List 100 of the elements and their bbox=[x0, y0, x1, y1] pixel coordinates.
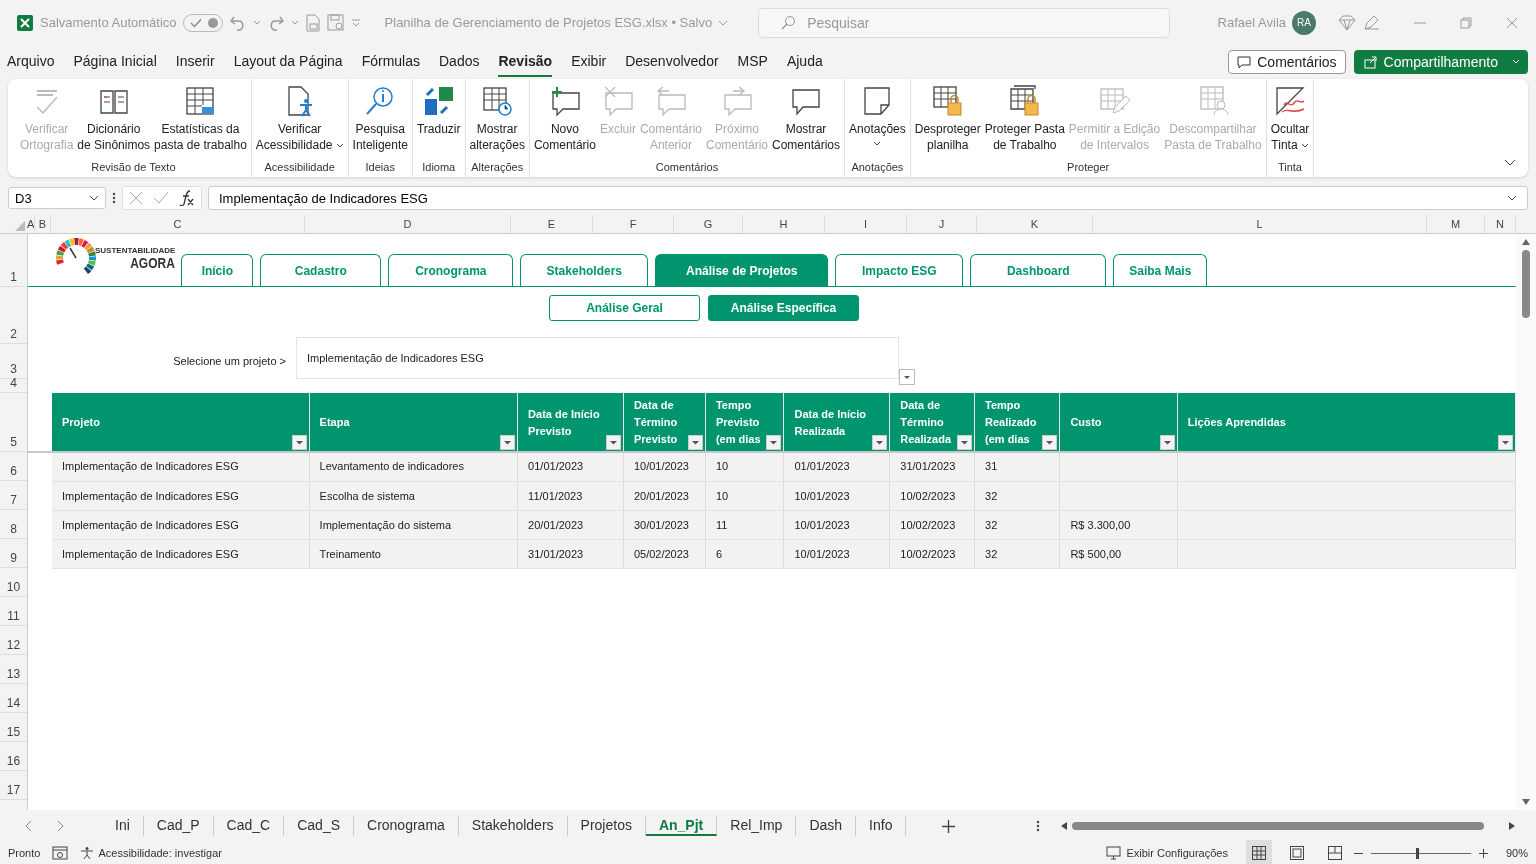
row-header[interactable]: 5 bbox=[0, 393, 27, 452]
sheet-tab[interactable]: Cad_S bbox=[284, 816, 354, 836]
column-header[interactable]: J bbox=[907, 215, 977, 233]
ribbon-button[interactable]: Mostrar Comentários bbox=[770, 83, 843, 161]
menu-tab[interactable]: Layout da Página bbox=[233, 47, 343, 77]
row-header[interactable]: 17 bbox=[0, 771, 27, 800]
menu-tab[interactable]: Arquivo bbox=[7, 47, 55, 77]
column-header[interactable]: B bbox=[35, 215, 51, 233]
table-cell: 20/01/2023 bbox=[633, 489, 689, 502]
ribbon-button[interactable]: Dicionário de Sinônimos bbox=[75, 83, 153, 161]
menu-tab[interactable]: Página Inicial bbox=[73, 47, 157, 77]
ribbon-button[interactable]: Estatísticas da pasta de trabalho bbox=[152, 83, 249, 161]
ribbon-button[interactable]: Pesquisa Inteligente bbox=[350, 83, 410, 161]
menu-tab[interactable]: Ajuda bbox=[786, 47, 823, 77]
nav-tab[interactable]: Saiba Mais bbox=[1113, 254, 1208, 286]
sheet-tab[interactable]: Rel_Imp bbox=[717, 816, 797, 836]
column-header[interactable]: C bbox=[51, 215, 305, 233]
menu-tab[interactable]: Exibir bbox=[571, 47, 607, 77]
row-header[interactable]: 9 bbox=[0, 539, 27, 568]
sheet-tab[interactable]: Ini bbox=[102, 816, 144, 836]
ribbon-button[interactable]: Novo Comentário bbox=[531, 83, 598, 161]
row-header[interactable]: 16 bbox=[0, 742, 27, 771]
nav-tab[interactable]: Análise de Projetos bbox=[655, 254, 829, 286]
row-header[interactable]: 6 bbox=[0, 452, 27, 481]
sheet-tab[interactable]: Projetos bbox=[567, 816, 646, 836]
table-cell: 6 bbox=[715, 547, 722, 560]
ribbon-button[interactable]: Desproteger planilha bbox=[912, 83, 983, 161]
zoom-level[interactable]: 90% bbox=[1505, 847, 1528, 859]
menu-tab[interactable]: Revisão bbox=[498, 47, 553, 77]
nav-tab[interactable]: Impacto ESG bbox=[835, 254, 964, 286]
column-header[interactable]: D bbox=[305, 215, 511, 233]
nav-tab[interactable]: Dashboard bbox=[970, 254, 1107, 286]
formula-field[interactable]: Implementação de Indicadores ESG bbox=[208, 186, 1528, 210]
column-header[interactable]: G bbox=[674, 215, 743, 233]
ribbon-button[interactable]: Traduzir bbox=[414, 83, 463, 161]
user-avatar[interactable]: RA bbox=[1292, 10, 1316, 35]
row-header[interactable]: 3 bbox=[0, 344, 27, 379]
group-label: Revisão de Texto bbox=[90, 161, 177, 175]
column-header[interactable]: F bbox=[593, 215, 674, 233]
nav-tab[interactable]: Início bbox=[181, 254, 254, 286]
sub-tab[interactable]: Análise Geral bbox=[549, 295, 700, 321]
menu-tab[interactable]: Inserir bbox=[175, 47, 215, 77]
table-cell: Implementação do sistema bbox=[319, 518, 452, 531]
sheet-tab[interactable]: Cronograma bbox=[354, 816, 459, 836]
display-settings-button[interactable]: Exibir Configurações bbox=[1106, 846, 1228, 860]
menu-tab[interactable]: Dados bbox=[439, 47, 480, 77]
ribbon-button[interactable]: Anotações bbox=[847, 83, 908, 161]
table-cell: 10/01/2023 bbox=[633, 460, 689, 473]
column-header[interactable]: H bbox=[743, 215, 825, 233]
table-cell: 20/01/2023 bbox=[528, 518, 584, 531]
group-label: Idioma bbox=[421, 161, 457, 175]
nav-tab[interactable]: Cadastro bbox=[260, 254, 382, 286]
table-cell: 31 bbox=[985, 460, 998, 473]
row-header[interactable]: 10 bbox=[0, 568, 27, 597]
ribbon-button[interactable]: Mostrar alterações bbox=[467, 83, 527, 161]
menu-tab[interactable]: Desenvolvedor bbox=[625, 47, 719, 77]
nav-tab[interactable]: Cronograma bbox=[388, 254, 514, 286]
row-header[interactable]: 4 bbox=[0, 379, 27, 393]
column-header[interactable]: K bbox=[977, 215, 1093, 233]
column-header[interactable]: I bbox=[825, 215, 907, 233]
column-heading: Tempo Realizado (em dias bbox=[985, 398, 1037, 447]
row-header[interactable]: 14 bbox=[0, 684, 27, 713]
row-header[interactable]: 1 bbox=[0, 234, 27, 287]
row-header[interactable]: 7 bbox=[0, 481, 27, 510]
group-label: Proteger bbox=[1066, 161, 1111, 175]
sheet-tab[interactable]: An_Pjt bbox=[645, 816, 718, 836]
sheet-tab[interactable]: Dash bbox=[796, 816, 857, 836]
sheet-tab[interactable]: Info bbox=[856, 816, 907, 836]
sheet-tab[interactable]: Cad_C bbox=[213, 816, 285, 836]
share-button[interactable]: Compartilhamento bbox=[1353, 50, 1528, 74]
table-cell: Implementação de Indicadores ESG bbox=[62, 460, 239, 473]
table-cell: 10/01/2023 bbox=[794, 518, 850, 531]
name-box[interactable]: D3 bbox=[8, 187, 106, 209]
table-cell: R$ 500,00 bbox=[1070, 547, 1122, 560]
ribbon-button[interactable]: Ocultar Tinta bbox=[1268, 83, 1312, 161]
row-header[interactable]: 15 bbox=[0, 713, 27, 742]
table-cell: 10/01/2023 bbox=[794, 547, 850, 560]
table-cell: Levantamento de indicadores bbox=[319, 460, 464, 473]
menu-tab[interactable]: Fórmulas bbox=[361, 47, 420, 77]
row-header[interactable]: 8 bbox=[0, 510, 27, 539]
sheet-tab[interactable]: Cad_P bbox=[143, 816, 214, 836]
column-header[interactable]: A bbox=[27, 215, 35, 233]
menu-tab[interactable]: MSP bbox=[737, 47, 768, 77]
column-header[interactable]: E bbox=[511, 215, 593, 233]
column-header[interactable]: N bbox=[1485, 215, 1516, 233]
project-dropdown-field[interactable]: Implementação de Indicadores ESG bbox=[296, 337, 899, 379]
column-header[interactable]: M bbox=[1427, 215, 1485, 233]
search-field[interactable]: Pesquisar bbox=[758, 7, 1171, 38]
ribbon-button[interactable]: Verificar Acessibilidade bbox=[253, 83, 346, 161]
sheet-tab[interactable]: Stakeholders bbox=[458, 816, 568, 836]
row-header[interactable]: 2 bbox=[0, 287, 27, 344]
row-header[interactable]: 11 bbox=[0, 597, 27, 626]
ribbon-button[interactable]: Proteger Pasta de Trabalho bbox=[982, 83, 1067, 161]
sub-tab[interactable]: Análise Específica bbox=[708, 295, 859, 321]
column-header[interactable]: L bbox=[1093, 215, 1427, 233]
comments-button[interactable]: Comentários bbox=[1228, 50, 1346, 74]
accessibility-status[interactable]: Acessibilidade: investigar bbox=[80, 846, 222, 860]
nav-tab[interactable]: Stakeholders bbox=[520, 254, 649, 286]
row-header[interactable]: 12 bbox=[0, 626, 27, 655]
row-header[interactable]: 13 bbox=[0, 655, 27, 684]
